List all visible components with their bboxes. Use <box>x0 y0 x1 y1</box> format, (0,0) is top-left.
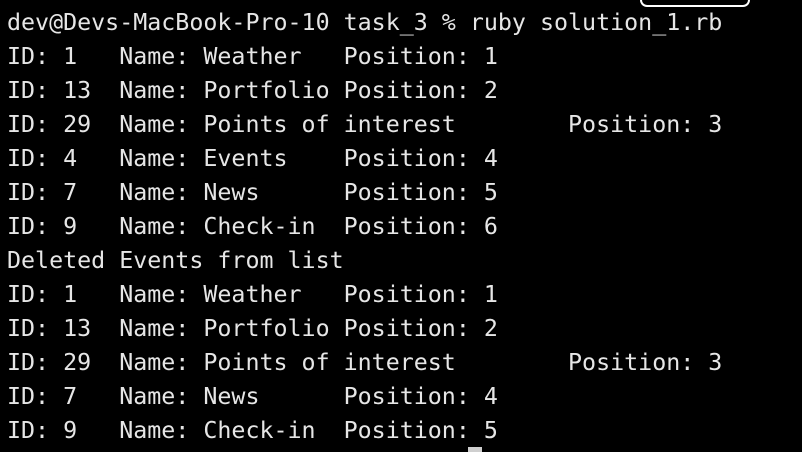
output-line: ID: 4 Name: Events Position: 4 <box>7 145 498 172</box>
output-line: ID: 1 Name: Weather Position: 1 <box>7 281 498 308</box>
output-line: ID: 7 Name: News Position: 4 <box>7 383 498 410</box>
output-line: ID: 9 Name: Check-in Position: 6 <box>7 213 498 240</box>
output-line: ID: 13 Name: Portfolio Position: 2 <box>7 77 498 104</box>
command-prompt-line: dev@Devs-MacBook-Pro-10 task_3 % ruby so… <box>7 9 723 36</box>
terminal-window[interactable]: dev@Devs-MacBook-Pro-10 task_3 % ruby so… <box>0 0 802 452</box>
output-line: ID: 1 Name: Weather Position: 1 <box>7 43 498 70</box>
output-line: Deleted Events from list <box>7 247 344 274</box>
output-line: ID: 29 Name: Points of interest Position… <box>7 111 723 138</box>
output-line: ID: 9 Name: Check-in Position: 5 <box>7 417 498 444</box>
cursor-marker <box>468 447 482 452</box>
output-line: ID: 13 Name: Portfolio Position: 2 <box>7 315 498 342</box>
output-line: ID: 7 Name: News Position: 5 <box>7 179 498 206</box>
output-line: ID: 29 Name: Points of interest Position… <box>7 349 723 376</box>
